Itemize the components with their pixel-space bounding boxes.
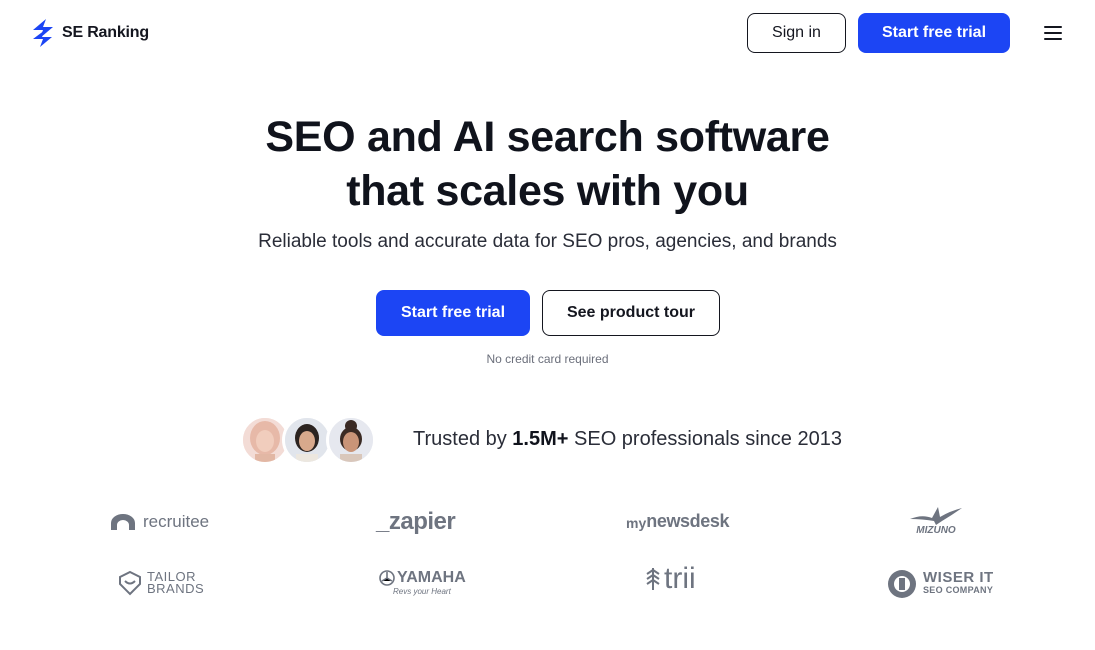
trust-prefix: Trusted by [413,428,513,450]
brand-wiser-it: WISER IT SEO COMPANY [886,568,994,600]
site-header: SE Ranking Sign in Start free trial [0,0,1095,66]
mizuno-text: MIZUNO [916,525,956,536]
sign-in-button[interactable]: Sign in [747,13,846,53]
avatar-2 [282,415,332,465]
tailor-line-2: BRANDS [147,581,205,596]
brand-recruitee: recruitee [108,512,209,532]
trii-logo-icon [646,568,660,590]
recruitee-logo-icon [111,514,135,530]
yamaha-tagline: Revs your Heart [393,587,451,596]
brand-mizuno: MIZUNO [908,505,964,536]
brand-zapier: _zapier [376,508,456,536]
trust-suffix: SEO professionals since 2013 [568,428,842,450]
start-free-trial-button[interactable]: Start free trial [376,290,530,336]
mynewsdesk-my-text: my [626,515,647,531]
zapier-text: _zapier [376,508,456,535]
yamaha-logo-icon [379,570,395,586]
se-ranking-logo-icon [33,19,53,47]
header-start-trial-button[interactable]: Start free trial [858,13,1010,53]
menu-icon[interactable] [1044,26,1062,40]
no-credit-card-note: No credit card required [486,352,609,366]
avatar-3 [326,415,376,465]
tailor-brands-logo-icon [119,570,141,596]
brand-yamaha: YAMAHA Revs your Heart [379,569,466,596]
logo-text: SE Ranking [62,24,149,41]
brand-trii: trii [645,564,696,594]
hero-title-line-1: SEO and AI search software [265,113,830,161]
trii-text: trii [664,562,696,595]
logo[interactable]: SE Ranking [30,18,149,48]
wiser-line-2: SEO COMPANY [923,585,994,595]
avatar-group [240,415,390,467]
yamaha-text: YAMAHA [397,569,466,586]
mizuno-logo-icon [910,507,962,525]
see-product-tour-button[interactable]: See product tour [542,290,720,336]
hero-subtitle: Reliable tools and accurate data for SEO… [258,231,837,252]
brand-mynewsdesk: my newsdesk [626,511,729,532]
brand-tailor-brands: TAILOR BRANDS [118,570,204,596]
hero-title-line-2: that scales with you [346,167,749,215]
hero-title: SEO and AI search software that scales w… [0,110,1095,218]
mynewsdesk-text: newsdesk [646,511,730,531]
recruitee-text: recruitee [143,512,210,531]
trust-statement: Trusted by 1.5M+ SEO professionals since… [413,428,842,451]
wiser-it-logo-icon [888,570,916,598]
wiser-line-1: WISER IT [923,569,994,586]
trust-highlight: 1.5M+ [512,428,569,450]
